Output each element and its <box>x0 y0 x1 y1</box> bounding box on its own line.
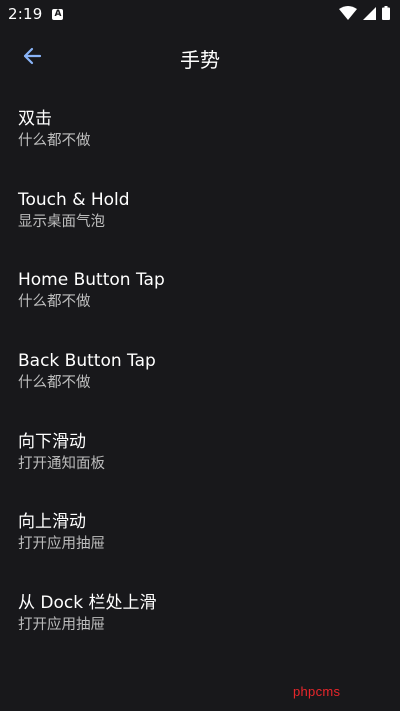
setting-title: Touch & Hold <box>18 189 130 210</box>
setting-home-button-tap[interactable]: Home Button Tap 什么都不做 <box>0 259 400 340</box>
setting-summary: 什么都不做 <box>18 294 91 311</box>
app-bar: 手势 <box>0 36 400 80</box>
setting-title: 向上滑动 <box>18 512 86 533</box>
wifi-icon <box>339 5 357 24</box>
setting-summary: 什么都不做 <box>18 375 91 392</box>
status-right <box>339 5 390 24</box>
setting-summary: 打开通知面板 <box>18 455 105 472</box>
setting-title: 向下滑动 <box>18 431 86 452</box>
setting-summary: 显示桌面气泡 <box>18 213 105 230</box>
setting-swipe-up[interactable]: 向上滑动 打开应用抽屉 <box>0 501 400 582</box>
status-time: 2:19 <box>8 5 43 23</box>
setting-title: 双击 <box>18 109 52 129</box>
page-title: 手势 <box>180 48 220 72</box>
setting-title: 从 Dock 栏处上滑 <box>18 593 157 614</box>
setting-double-tap[interactable]: 双击 什么都不做 <box>0 98 400 179</box>
setting-dock-swipe-up[interactable]: 从 Dock 栏处上滑 打开应用抽屉 <box>0 582 400 663</box>
setting-title: Back Button Tap <box>18 351 156 372</box>
watermark: phpcms <box>293 684 341 699</box>
status-bar: 2:19 A <box>0 0 400 28</box>
battery-icon <box>382 5 390 24</box>
setting-touch-and-hold[interactable]: Touch & Hold 显示桌面气泡 <box>0 179 400 260</box>
setting-back-button-tap[interactable]: Back Button Tap 什么都不做 <box>0 340 400 421</box>
setting-swipe-down[interactable]: 向下滑动 打开通知面板 <box>0 421 400 502</box>
setting-summary: 打开应用抽屉 <box>18 536 105 553</box>
gesture-settings-list: 双击 什么都不做 Touch & Hold 显示桌面气泡 Home Button… <box>0 98 400 663</box>
setting-title: Home Button Tap <box>18 270 165 291</box>
setting-summary: 什么都不做 <box>18 133 91 149</box>
cell-signal-icon <box>363 5 376 24</box>
status-left: 2:19 A <box>8 5 64 23</box>
setting-summary: 打开应用抽屉 <box>18 617 105 634</box>
app-notification-icon: A <box>52 8 64 20</box>
